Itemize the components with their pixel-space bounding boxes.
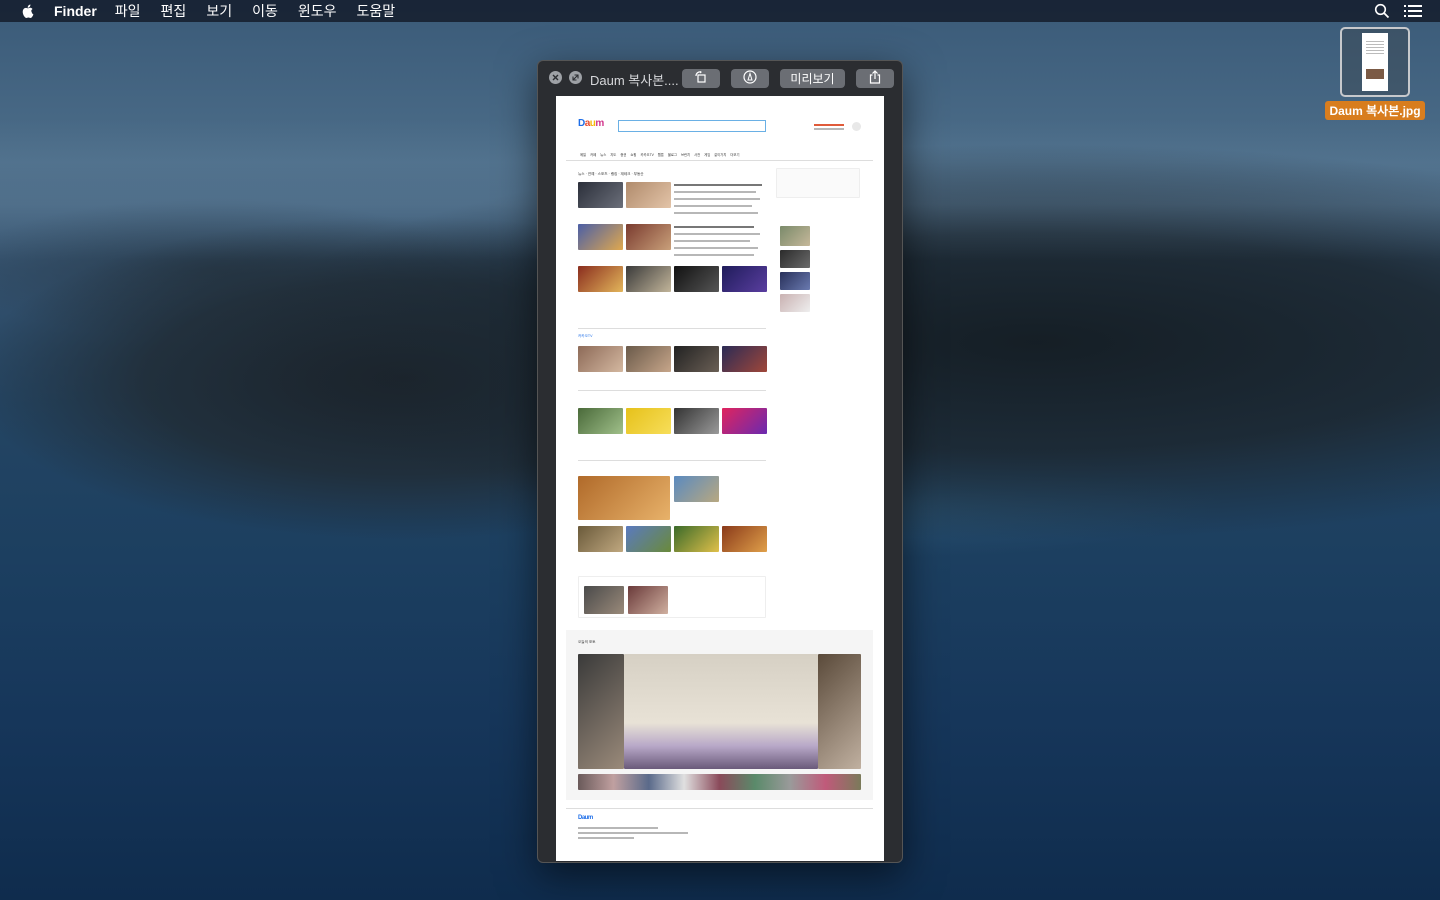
tv-thumb-4	[722, 408, 767, 434]
section-divider	[578, 328, 766, 329]
news-photo-7	[674, 266, 719, 292]
shop-photo-1	[780, 226, 810, 246]
footer-logo: Daum	[578, 815, 593, 821]
news-headline	[674, 233, 760, 235]
daum-logo: Daum	[578, 118, 604, 129]
lifestyle-photo-2	[674, 476, 719, 502]
menu-edit[interactable]: 편집	[161, 1, 187, 21]
news-headline	[674, 191, 756, 193]
rotate-button[interactable]	[682, 69, 720, 88]
share-icon	[869, 70, 881, 87]
markup-icon	[743, 70, 757, 87]
daum-search-box	[618, 120, 766, 132]
news-photo-8	[722, 266, 767, 292]
daum-footer: Daum	[566, 808, 873, 858]
news-headline	[674, 198, 760, 200]
tv-thumb-1	[578, 408, 623, 434]
notification-center-icon[interactable]	[1404, 4, 1422, 21]
menu-view[interactable]: 보기	[206, 1, 232, 21]
daum-nav: 메일 카페 뉴스 지도 증권 쇼핑 카카오TV 웹툰 블로그 브런치 사전 게임 같이가치 더보기	[580, 153, 740, 157]
file-thumbnail-frame[interactable]	[1340, 27, 1410, 97]
apple-icon[interactable]	[20, 3, 36, 19]
tv-thumb-2	[626, 408, 671, 434]
news-headline	[674, 212, 758, 214]
shop-photo-3	[780, 272, 810, 290]
carousel-photo-left	[578, 654, 624, 769]
quicklook-title: Daum 복사본....	[590, 73, 679, 88]
news-headline	[674, 240, 750, 242]
lifestyle-photo-8	[628, 586, 668, 614]
section-divider	[578, 390, 766, 391]
lifestyle-photo-5	[674, 526, 719, 552]
file-thumbnail	[1362, 33, 1388, 91]
open-with-preview-button[interactable]: 미리보기	[780, 69, 845, 88]
lifestyle-photo-4	[626, 526, 671, 552]
preview-image[interactable]: Daum 메일 카페 뉴스 지도 증권 쇼핑 카카오TV 웹툰 블로그 브런치 사전 게임 같이가치 더보…	[556, 96, 884, 861]
desktop-file-label[interactable]: Daum 복사본.jpg	[1325, 101, 1425, 120]
footer-copyright	[578, 837, 634, 839]
menu-window[interactable]: 윈도우	[298, 1, 337, 21]
section-divider	[578, 460, 766, 461]
menu-help[interactable]: 도움말	[356, 1, 395, 21]
tv-thumb-3	[674, 408, 719, 434]
daum-sidebar	[776, 168, 860, 318]
kakaotv-title: 카카오TV	[578, 334, 593, 338]
kakaotv-thumb-2	[626, 346, 671, 372]
today-photo-title: 오늘의 포토	[578, 640, 596, 644]
fullscreen-icon[interactable]	[569, 71, 582, 84]
news-photo-1	[578, 182, 623, 208]
news-headline	[674, 254, 754, 256]
shop-photo-4	[780, 294, 810, 312]
daum-login-text	[814, 124, 844, 126]
kakaotv-thumb-3	[674, 346, 719, 372]
carousel-thumbnail-strip	[578, 774, 861, 790]
quicklook-window: Daum 복사본.... 미리보기 Daum 메일 카페 뉴스 지도 증권 쇼핑…	[537, 60, 903, 863]
news-headline	[674, 247, 758, 249]
daum-login-avatar	[852, 122, 861, 131]
quicklook-titlebar[interactable]: Daum 복사본.... 미리보기	[538, 61, 902, 95]
news-headline	[674, 205, 752, 207]
lifestyle-main-photo	[578, 476, 670, 520]
kakaotv-thumb-4	[722, 346, 767, 372]
spotlight-search-icon[interactable]	[1374, 3, 1390, 22]
carousel-photo-right	[818, 654, 861, 769]
close-icon[interactable]	[549, 71, 562, 84]
photo-carousel: 오늘의 포토	[566, 630, 873, 800]
lifestyle-photo-3	[578, 526, 623, 552]
news-tabs: 뉴스 · 연예 · 스포츠 · 랭킹 · 재테크 · 부동산	[578, 172, 644, 176]
footer-link-line	[578, 832, 688, 834]
shop-photo-2	[780, 250, 810, 268]
lifestyle-photo-7	[584, 586, 624, 614]
carousel-photo-main	[624, 654, 818, 769]
menu-app-name[interactable]: Finder	[54, 3, 97, 19]
news-headline	[674, 226, 754, 228]
lifestyle-photo-6	[722, 526, 767, 552]
menu-go[interactable]: 이동	[252, 1, 278, 21]
nav-divider	[566, 160, 873, 161]
news-photo-5	[578, 266, 623, 292]
news-photo-4	[626, 224, 671, 250]
login-box	[776, 168, 860, 198]
desktop-file-daum[interactable]: Daum 복사본.jpg	[1324, 27, 1426, 120]
markup-button[interactable]	[731, 69, 769, 88]
news-headline	[674, 184, 762, 186]
footer-link-line	[578, 827, 658, 829]
rotate-icon	[694, 71, 708, 86]
news-photo-6	[626, 266, 671, 292]
menu-bar: Finder 파일 편집 보기 이동 윈도우 도움말	[0, 0, 1440, 22]
share-button[interactable]	[856, 69, 894, 88]
menu-file[interactable]: 파일	[115, 1, 141, 21]
daum-login-subtext	[814, 128, 844, 130]
kakaotv-thumb-1	[578, 346, 623, 372]
news-photo-2	[626, 182, 671, 208]
news-photo-3	[578, 224, 623, 250]
